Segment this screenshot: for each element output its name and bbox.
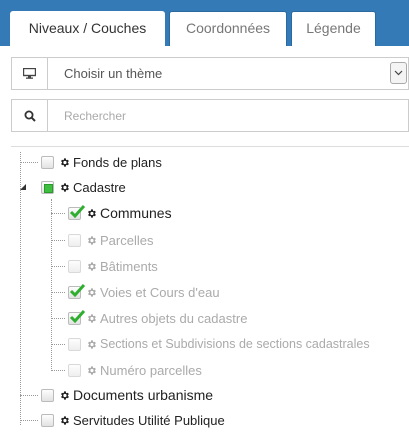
tree-node-numero-parcelles[interactable]: Numéro parcelles [68, 358, 202, 382]
tree-node-label: Fonds de plans [73, 154, 162, 170]
tree-node-fonds-de-plans[interactable]: Fonds de plans [41, 150, 162, 174]
tree-node-label: Bâtiments [100, 258, 158, 274]
layer-checkbox-partial[interactable] [41, 180, 54, 194]
gear-icon[interactable] [59, 390, 70, 401]
gear-icon[interactable] [86, 313, 97, 324]
gear-icon[interactable] [86, 261, 97, 272]
tree-line [51, 213, 65, 214]
tree-line [51, 318, 65, 319]
layer-checkbox[interactable] [68, 337, 81, 351]
tree-line [51, 344, 65, 345]
tree-node-label: Autres objets du cadastre [100, 310, 248, 326]
tree-node-label: Parcelles [100, 232, 154, 248]
tree-node-autres-objets[interactable]: Autres objets du cadastre [68, 306, 247, 330]
tree-node-voies-cours-eau[interactable]: Voies et Cours d'eau [68, 280, 220, 304]
gear-icon[interactable] [86, 208, 97, 219]
checkmark-icon [69, 309, 86, 323]
gear-icon[interactable] [59, 157, 70, 168]
tree-line [51, 370, 65, 371]
tree-node-communes[interactable]: Communes [68, 201, 172, 225]
layer-checkbox[interactable] [41, 155, 54, 169]
tree-node-sections-subdivisions[interactable]: Sections et Subdivisions de sections cad… [68, 332, 409, 356]
tree-line [20, 395, 38, 396]
tree-node-label: Voies et Cours d'eau [100, 284, 220, 300]
layer-checkbox[interactable] [41, 413, 54, 427]
layer-checkbox[interactable] [68, 233, 81, 247]
layer-checkbox-checked[interactable] [68, 204, 86, 220]
gear-icon[interactable] [59, 182, 70, 193]
gear-icon[interactable] [86, 365, 97, 376]
gear-icon[interactable] [86, 287, 97, 298]
layer-checkbox[interactable] [41, 388, 54, 402]
tree-line [20, 152, 21, 425]
tree-node-label: Servitudes Utilité Publique [73, 412, 225, 428]
tree-node-batiments[interactable]: Bâtiments [68, 254, 158, 278]
collapse-arrow-icon[interactable] [19, 183, 27, 191]
gear-icon[interactable] [86, 339, 97, 350]
tree-node-cadastre[interactable]: Cadastre [41, 175, 126, 199]
gear-icon[interactable] [86, 235, 97, 246]
tree-node-servitudes[interactable]: Servitudes Utilité Publique [41, 408, 225, 432]
tree-line [51, 266, 65, 267]
tree-node-label: Numéro parcelles [100, 362, 202, 378]
layer-checkbox[interactable] [68, 259, 81, 273]
layer-checkbox[interactable] [68, 363, 81, 377]
tree-node-label: Sections et Subdivisions de sections cad… [100, 337, 370, 351]
tree-line [20, 162, 38, 163]
checkmark-icon [69, 204, 86, 218]
tree-node-label: Communes [100, 205, 172, 221]
tree-node-label: Documents urbanisme [73, 387, 214, 403]
tree-line [20, 420, 38, 421]
tree-node-label: Cadastre [73, 179, 126, 195]
gear-icon[interactable] [59, 415, 70, 426]
checkmark-icon [69, 283, 86, 297]
tree-line [51, 292, 65, 293]
tree-node-parcelles[interactable]: Parcelles [68, 228, 153, 252]
tree-line [51, 199, 52, 371]
layer-tree: Fonds de plans Cadastre Communes Parcell… [0, 0, 409, 430]
tree-line [51, 240, 65, 241]
layer-checkbox-checked[interactable] [68, 309, 86, 325]
tree-node-documents-urbanisme[interactable]: Documents urbanisme [41, 383, 213, 407]
layer-checkbox-checked[interactable] [68, 283, 86, 299]
